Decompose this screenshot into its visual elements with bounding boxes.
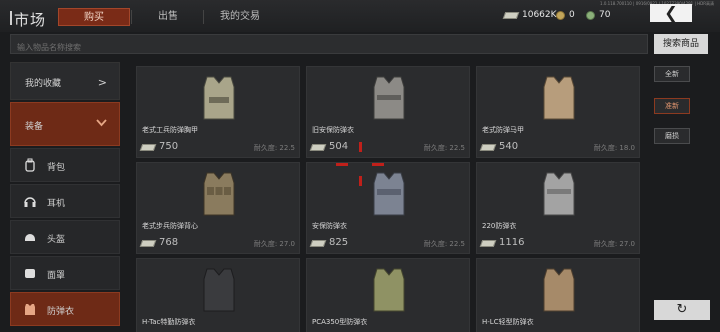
headset-icon [24,197,36,207]
item-durability: 耐久度: 27.0 [253,240,295,248]
vest-image [203,172,235,216]
item-card[interactable]: 老式工兵防弹胸甲 750 耐久度: 22.5 [136,66,300,158]
sidebar-item-helmet[interactable]: 头盔 [10,220,120,254]
sidebar-item-equipment[interactable]: 装备 [10,102,120,146]
sidebar-item-body-armor[interactable]: 防弹衣 [10,292,120,326]
coin-value: 0 [569,10,575,20]
vest-image [203,268,235,312]
cash-icon [139,240,157,247]
chevron-down-icon [96,117,107,130]
item-durability: 耐久度: 22.5 [253,144,295,152]
vest-image [543,268,575,312]
item-durability: 耐久度: 22.5 [423,144,465,152]
tab-buy[interactable]: 购买 [58,8,130,26]
title-accent [10,11,12,25]
crosshair-icon [359,176,362,186]
item-price: 1116 [499,237,525,248]
item-name: 老式工兵防弹胸甲 [142,126,198,134]
filter-worn-button[interactable]: 磨损 [654,128,690,144]
token-icon [586,10,595,20]
crosshair-icon [359,142,362,152]
cash-icon [479,240,497,247]
filter-like-new-button[interactable]: 准新 [654,98,690,114]
cash-icon [309,240,327,247]
sidebar-item-label: 我的收藏 [25,79,62,89]
item-card[interactable]: 220防弹衣 1116 耐久度: 27.0 [476,162,640,254]
vest-image [373,268,405,312]
item-name: 老式步兵防弹背心 [142,222,198,230]
crosshair-icon [336,163,348,166]
search-input[interactable] [11,38,647,57]
vest-image [373,172,405,216]
cash-icon [479,144,497,151]
cash-value: 10662K [522,10,557,20]
vest-icon [25,304,35,315]
item-name: H-Tac特勤防弹衣 [142,318,196,326]
item-price: 825 [329,237,349,248]
chevron-right-icon: > [97,76,107,89]
backpack-icon [25,158,35,172]
item-card[interactable]: 老式步兵防弹背心 768 耐久度: 27.0 [136,162,300,254]
sidebar-item-label: 面罩 [47,271,66,281]
currency-token: 70 [586,10,610,20]
item-durability: 耐久度: 27.0 [593,240,635,248]
tab-my-trades[interactable]: 我的交易 [204,8,276,26]
sidebar-item-label: 头盔 [47,235,66,245]
token-value: 70 [599,10,611,20]
refresh-button[interactable]: ↻ [654,300,710,320]
mask-icon [25,269,35,278]
item-name: 安保防弹衣 [312,222,347,230]
sidebar-item-headset[interactable]: 耳机 [10,184,120,218]
cash-icon [309,144,327,151]
sidebar-item-mask[interactable]: 面罩 [10,256,120,290]
vest-image [203,76,235,120]
filter-new-button[interactable]: 全新 [654,66,690,82]
item-card[interactable]: PCA350型防弹衣 [306,258,470,332]
sidebar-item-label: 装备 [25,122,44,132]
back-button[interactable]: ❮ [650,4,692,22]
item-price: 504 [329,141,349,152]
vest-image [373,76,405,120]
sidebar-item-label: 防弹衣 [47,307,75,317]
cash-icon [139,144,157,151]
item-card[interactable]: 旧安保防弹衣 504 耐久度: 22.5 [306,66,470,158]
currency-coin: 0 [556,10,575,20]
coin-icon [556,10,565,20]
vest-image [543,76,575,120]
item-durability: 耐久度: 22.5 [423,240,465,248]
item-card[interactable]: H-Tac特勤防弹衣 [136,258,300,332]
top-bar: 市场 购买 出售 我的交易 1.0.118.700110 | 0916/0921… [0,0,720,32]
helmet-icon [25,234,35,241]
page-title: 市场 [14,11,47,29]
crosshair-icon [372,163,384,166]
item-card[interactable]: H-LC轻型防弹衣 [476,258,640,332]
item-price: 750 [159,141,179,152]
item-card[interactable]: 安保防弹衣 825 耐久度: 22.5 [306,162,470,254]
cash-icon [502,11,520,19]
vest-image [543,172,575,216]
item-card[interactable]: 老式防弹马甲 540 耐久度: 18.0 [476,66,640,158]
sidebar-item-backpack[interactable]: 背包 [10,148,120,182]
search-bar [10,34,648,57]
item-name: 220防弹衣 [482,222,517,230]
sidebar-item-label: 背包 [47,163,66,173]
item-price: 540 [499,141,519,152]
sidebar-item-label: 耳机 [47,199,66,209]
item-price: 768 [159,237,179,248]
sidebar-item-favorites[interactable]: 我的收藏 > [10,62,120,100]
search-button[interactable]: 搜索商品 [654,34,708,54]
item-name: H-LC轻型防弹衣 [482,318,534,326]
item-name: 旧安保防弹衣 [312,126,354,134]
tab-sell[interactable]: 出售 [132,8,204,26]
item-name: PCA350型防弹衣 [312,318,368,326]
item-name: 老式防弹马甲 [482,126,524,134]
currency-cash: 10662K [502,10,557,20]
item-durability: 耐久度: 18.0 [593,144,635,152]
